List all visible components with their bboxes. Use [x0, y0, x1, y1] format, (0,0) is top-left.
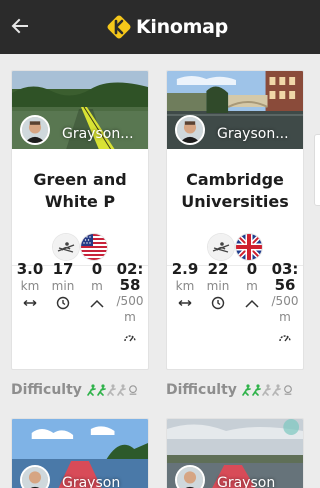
rowing-icon — [53, 234, 79, 260]
difficulty-rower-icon — [272, 384, 281, 396]
stat-elevation: 0 m — [240, 261, 264, 310]
difficulty-rower-icon — [252, 384, 261, 396]
difficulty-label: Difficulty — [11, 382, 82, 398]
author-name: Grayson — [217, 475, 276, 488]
duration-value: 22 — [207, 260, 229, 278]
author-name: Grayson... — [62, 126, 134, 142]
video-thumbnail: Grayson — [167, 419, 303, 488]
author-name: Grayson... — [217, 126, 289, 142]
video-card[interactable]: Grayson... Green and White P 3.0 km 17 m… — [11, 70, 149, 370]
clock-icon — [211, 296, 225, 310]
badges — [167, 234, 303, 260]
difficulty-rower-icon — [262, 384, 271, 396]
kinomap-logo-icon — [107, 15, 131, 39]
difficulty-row: Difficulty — [11, 378, 138, 402]
difficulty-rower-icon — [87, 384, 96, 396]
distance-unit: km — [20, 279, 40, 293]
difficulty-rower-icon — [117, 384, 126, 396]
difficulty-rower-icon — [97, 384, 106, 396]
stat-distance: 2.9 km — [171, 261, 199, 310]
app-bar: Kinomap — [0, 0, 320, 54]
stat-distance: 3.0 km — [16, 261, 44, 310]
difficulty-rower-icon — [242, 384, 251, 396]
pace-value: 02:58 — [116, 260, 144, 294]
stat-elevation: 0 m — [85, 261, 109, 310]
stat-pace: 03:56 /500m — [267, 261, 303, 345]
video-stats: 3.0 km 17 min 0 m 02:58 /500m — [12, 261, 148, 361]
video-thumbnail: Grayson... — [12, 71, 148, 149]
distance-unit: km — [175, 279, 195, 293]
author-avatar — [20, 115, 50, 145]
rowing-icon — [208, 234, 234, 260]
clock-icon — [56, 296, 70, 310]
difficulty-level-icon — [129, 385, 137, 395]
speedometer-icon — [124, 335, 136, 342]
difficulty-label: Difficulty — [166, 382, 237, 398]
stat-pace: 02:58 /500m — [112, 261, 148, 345]
difficulty-rating — [87, 384, 138, 396]
video-stats: 2.9 km 22 min 0 m 03:56 /500m — [167, 261, 303, 361]
video-title: Cambridge Universities — [181, 170, 289, 211]
elevation-unit: m — [246, 279, 258, 293]
difficulty-level-icon — [284, 385, 292, 395]
difficulty-rower-icon — [107, 384, 116, 396]
elevation-icon — [245, 299, 259, 308]
author-avatar — [175, 465, 205, 488]
difficulty-rating — [242, 384, 293, 396]
author-avatar — [175, 115, 205, 145]
distance-icon — [178, 299, 192, 307]
difficulty-row: Difficulty — [166, 378, 293, 402]
pace-unit: /500m — [116, 294, 144, 324]
us-flag-icon — [81, 234, 107, 260]
elevation-value: 0 — [246, 260, 258, 278]
duration-unit: min — [51, 279, 75, 293]
video-title: Green and White P — [33, 170, 127, 211]
distance-value: 3.0 — [16, 260, 44, 278]
speedometer-icon — [279, 335, 291, 342]
pace-unit: /500m — [271, 294, 299, 324]
stat-duration: 17 min — [49, 261, 77, 310]
pace-value: 03:56 — [271, 260, 299, 294]
uk-flag-icon — [236, 234, 262, 260]
next-card-peek[interactable] — [314, 134, 320, 206]
brand-logo: Kinomap — [106, 13, 228, 41]
elevation-icon — [90, 299, 104, 308]
stat-duration: 22 min — [204, 261, 232, 310]
author-avatar — [20, 465, 50, 488]
video-card[interactable]: Grayson — [166, 418, 304, 488]
distance-icon — [23, 299, 37, 307]
video-card[interactable]: Grayson — [11, 418, 149, 488]
badges — [12, 234, 148, 260]
elevation-value: 0 — [91, 260, 103, 278]
video-card[interactable]: Grayson... Cambridge Universities 2.9 km… — [166, 70, 304, 370]
video-thumbnail: Grayson — [12, 419, 148, 488]
elevation-unit: m — [91, 279, 103, 293]
duration-value: 17 — [52, 260, 74, 278]
video-thumbnail: Grayson... — [167, 71, 303, 149]
distance-value: 2.9 — [171, 260, 199, 278]
author-name: Grayson — [62, 475, 121, 488]
arrow-left-icon — [11, 18, 28, 34]
duration-unit: min — [206, 279, 230, 293]
back-button[interactable] — [6, 12, 34, 40]
brand-name: Kinomap — [136, 16, 228, 38]
